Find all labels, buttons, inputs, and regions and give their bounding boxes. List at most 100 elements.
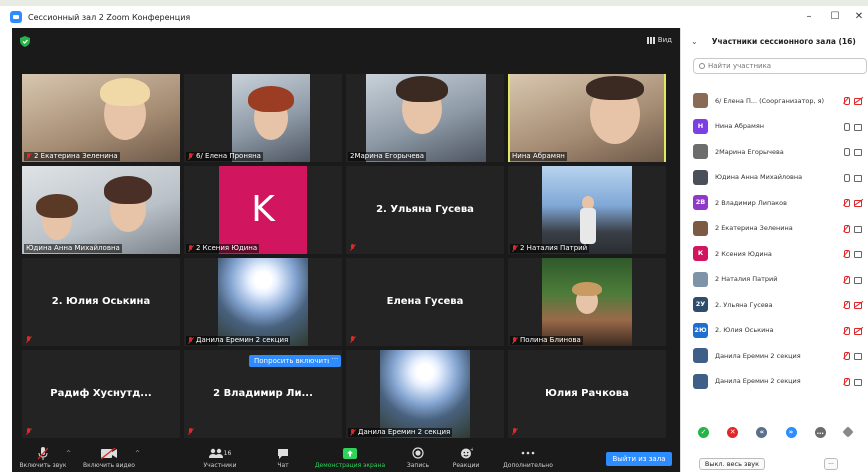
video-tile-active-speaker[interactable]: Нина Абрамян xyxy=(508,74,666,162)
muted-mic-icon[interactable] xyxy=(843,250,850,258)
video-icon[interactable] xyxy=(854,123,863,131)
muted-mic-icon[interactable] xyxy=(843,224,850,233)
record-button[interactable]: Запись xyxy=(402,446,434,469)
video-tile[interactable]: Данила Еремин 2 секция xyxy=(184,258,342,346)
video-options-caret[interactable]: ^ xyxy=(135,450,140,457)
mic-icon[interactable] xyxy=(843,148,850,156)
participant-row[interactable]: Н Нина Абрамян xyxy=(681,114,868,140)
avatar xyxy=(693,144,708,160)
participant-hair xyxy=(100,78,150,106)
view-button[interactable]: Вид xyxy=(646,36,672,44)
muted-mic-icon[interactable] xyxy=(843,275,850,284)
leave-room-button[interactable]: Выйти из зала xyxy=(606,452,672,466)
more-reactions-icon[interactable]: … xyxy=(814,426,826,438)
tile-name-label: Полина Блинова xyxy=(510,336,583,345)
video-icon[interactable] xyxy=(854,148,863,156)
participant-search[interactable] xyxy=(693,58,867,74)
search-input[interactable] xyxy=(708,62,858,70)
tile-big-name: 2. Ульяна Гусева xyxy=(376,204,474,215)
video-tile[interactable]: Юлия Рачкова xyxy=(508,350,666,438)
muted-mic-icon[interactable] xyxy=(843,352,850,360)
reactions-label: Реакции xyxy=(452,462,480,469)
mic-icon[interactable] xyxy=(843,173,850,182)
panel-footer: Выкл. весь звук ... xyxy=(681,456,868,472)
audio-options-caret[interactable]: ^ xyxy=(66,450,71,457)
muted-mic-icon[interactable] xyxy=(843,199,850,207)
participant-row[interactable]: Данила Еремин 2 секция xyxy=(681,369,868,395)
participant-row[interactable]: 2У 2. Ульяна Гусева xyxy=(681,292,868,318)
video-tile[interactable]: 2 Наталия Патрий xyxy=(508,166,666,254)
participant-row[interactable]: К 2 Ксения Юдина xyxy=(681,241,868,267)
grid-icon xyxy=(646,36,655,44)
tile-name-label: 2 Екатерина Зеленина xyxy=(24,152,120,161)
participant-name: Данила Еремин 2 секция xyxy=(715,351,801,360)
video-tile[interactable]: Елена Гусева xyxy=(346,258,504,346)
video-tile[interactable]: 2 Екатерина Зеленина xyxy=(22,74,180,162)
muted-mic-icon[interactable] xyxy=(843,97,850,105)
video-icon[interactable] xyxy=(854,250,863,258)
clear-reactions-icon[interactable] xyxy=(842,426,854,438)
yes-reaction-icon[interactable]: ✓ xyxy=(698,426,710,438)
video-tile[interactable]: 2. Ульяна Гусева xyxy=(346,166,504,254)
muted-mic-icon[interactable] xyxy=(843,377,850,386)
video-tile[interactable]: Данила Еремин 2 секция xyxy=(346,350,504,438)
participant-row[interactable]: Данила Еремин 2 секция xyxy=(681,343,868,369)
chevron-down-icon[interactable]: ⌄ xyxy=(691,37,698,46)
tile-name-label: 2 Наталия Патрий xyxy=(510,244,590,253)
close-button[interactable]: ✕ xyxy=(844,6,868,28)
avatar: 2В xyxy=(693,195,708,211)
participant-row[interactable]: 2Марина Егорычева xyxy=(681,139,868,165)
share-screen-icon xyxy=(343,447,357,459)
muted-mic-icon[interactable] xyxy=(843,301,850,309)
video-icon[interactable] xyxy=(854,352,863,360)
chat-button[interactable]: Чат xyxy=(270,446,296,469)
participant-row[interactable]: Юдина Анна Михайловна xyxy=(681,165,868,191)
share-screen-label: Демонстрация экрана xyxy=(314,462,386,469)
avatar: 2У xyxy=(693,297,708,313)
start-video-label: Включить видео xyxy=(83,462,135,469)
video-icon[interactable] xyxy=(854,174,863,182)
participant-row[interactable]: 2В 2 Владимир Липаков xyxy=(681,190,868,216)
video-off-icon[interactable] xyxy=(854,97,863,105)
reactions-button[interactable]: + Реакции xyxy=(448,446,484,469)
participant-row[interactable]: 2 Екатерина Зеленина xyxy=(681,216,868,242)
reaction-smiley-icon: + xyxy=(460,447,473,459)
mute-all-button[interactable]: Выкл. весь звук xyxy=(699,458,765,470)
panel-more-button[interactable]: ... xyxy=(824,458,838,470)
faster-reaction-icon[interactable]: » xyxy=(785,426,797,438)
video-off-icon[interactable] xyxy=(854,199,863,207)
participant-name: 2Марина Егорычева xyxy=(715,147,784,156)
video-tile[interactable]: K 2 Ксения Юдина xyxy=(184,166,342,254)
video-icon[interactable] xyxy=(854,276,863,284)
participant-row[interactable]: 6/ Елена П... (Соорганизатор, я) xyxy=(681,88,868,114)
participant-hair xyxy=(104,176,152,204)
video-off-icon[interactable] xyxy=(854,301,863,309)
video-off-icon[interactable] xyxy=(854,327,863,335)
video-tile[interactable]: Радиф Хуснутд... xyxy=(22,350,180,438)
ask-to-unmute-button[interactable]: Попросить включить xyxy=(249,355,337,367)
svg-text:+: + xyxy=(470,447,473,453)
participants-button[interactable]: 16 Участники xyxy=(198,446,242,469)
unmute-label: Включить звук xyxy=(19,462,67,469)
video-tile[interactable]: 2. Юлия Оськина xyxy=(22,258,180,346)
slower-reaction-icon[interactable]: « xyxy=(756,426,768,438)
video-tile[interactable]: Полина Блинова xyxy=(508,258,666,346)
start-video-button[interactable]: Включить видео xyxy=(78,446,140,469)
participant-name: 2. Юлия Оськина xyxy=(715,326,774,335)
participant-row[interactable]: 2Ю 2. Юлия Оськина xyxy=(681,318,868,344)
no-reaction-icon[interactable]: ✕ xyxy=(727,426,739,438)
video-tile[interactable]: 2Марина Егорычева xyxy=(346,74,504,162)
muted-mic-icon[interactable] xyxy=(843,326,850,335)
mic-icon[interactable] xyxy=(843,122,850,131)
share-screen-button[interactable]: Демонстрация экрана xyxy=(312,446,388,469)
video-icon[interactable] xyxy=(854,225,863,233)
tile-more-button[interactable]: ··· xyxy=(329,355,341,367)
participant-row[interactable]: 2 Наталия Патрий xyxy=(681,267,868,293)
unmute-button[interactable]: Включить звук xyxy=(16,446,70,469)
shield-icon[interactable] xyxy=(20,36,30,47)
view-label: Вид xyxy=(657,36,672,44)
video-tile[interactable]: Юдина Анна Михайловна xyxy=(22,166,180,254)
more-button[interactable]: Дополнительно xyxy=(498,446,558,469)
video-tile[interactable]: 6/ Елена Проняна xyxy=(184,74,342,162)
video-icon[interactable] xyxy=(854,378,863,386)
